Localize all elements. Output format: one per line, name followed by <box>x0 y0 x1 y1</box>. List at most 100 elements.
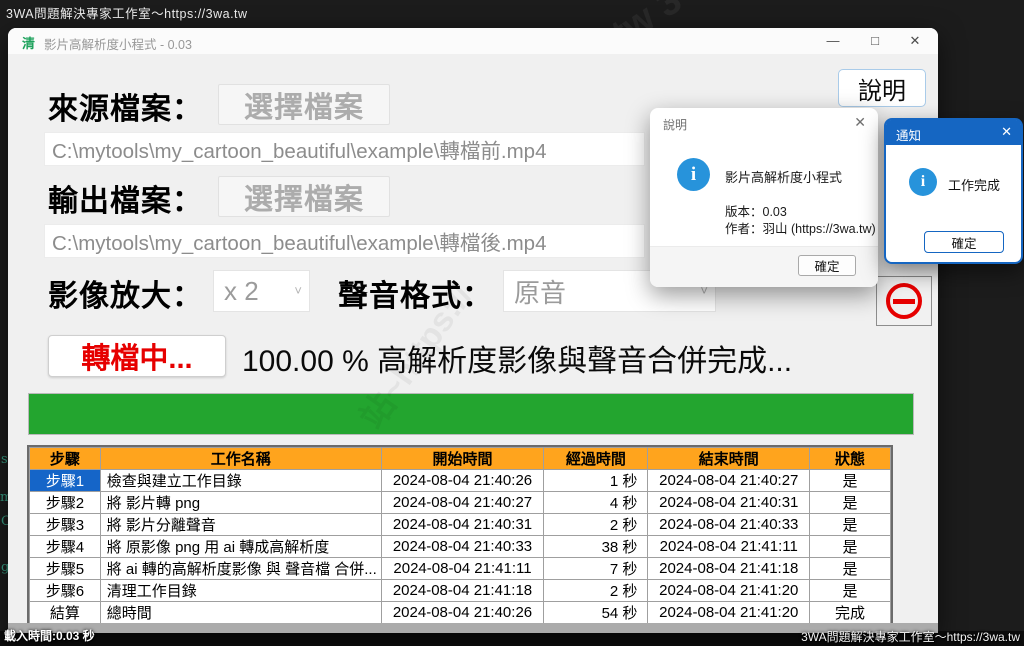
cell-start: 2024-08-04 21:40:33 <box>381 536 544 558</box>
about-dialog: 說明 ✕ i 影片高解析度小程式 版本：0.03 作者：羽山 (https://… <box>650 108 878 287</box>
cell-start: 2024-08-04 21:40:31 <box>381 514 544 536</box>
maximize-button[interactable]: □ <box>862 33 888 48</box>
about-dialog-title: 說明 <box>663 116 687 133</box>
cell-end: 2024-08-04 21:41:11 <box>648 536 810 558</box>
cell-step: 結算 <box>30 602 101 624</box>
scale-select[interactable]: x 2 ˅ <box>213 270 310 312</box>
cell-elapsed: 2 秒 <box>544 580 648 602</box>
notify-ok-button[interactable]: 確定 <box>924 231 1004 253</box>
desktop-top-caption: 3WA問題解決專家工作室～https://3wa.tw <box>6 3 248 22</box>
cell-step: 步驟3 <box>30 514 101 536</box>
console-char: s <box>1 452 8 467</box>
cell-status: 是 <box>810 470 891 492</box>
cell-step: 步驟6 <box>30 580 101 602</box>
table-row[interactable]: 結算 總時間 2024-08-04 21:40:26 54 秒 2024-08-… <box>30 602 891 624</box>
output-choose-button[interactable]: 選擇檔案 <box>218 176 390 217</box>
cell-status: 是 <box>810 492 891 514</box>
cell-task: 將 影片分離聲音 <box>100 514 381 536</box>
info-icon: i <box>677 158 710 191</box>
cell-start: 2024-08-04 21:40:26 <box>381 470 544 492</box>
col-status: 狀態 <box>810 448 891 470</box>
cell-task: 總時間 <box>100 602 381 624</box>
table-row[interactable]: 步驟4 將 原影像 png 用 ai 轉成高解析度 2024-08-04 21:… <box>30 536 891 558</box>
cell-step: 步驟1 <box>30 470 101 492</box>
cell-start: 2024-08-04 21:40:26 <box>381 602 544 624</box>
about-ok-button[interactable]: 確定 <box>798 255 856 276</box>
output-file-label: 輸出檔案： <box>48 176 203 220</box>
col-task-name: 工作名稱 <box>100 448 381 470</box>
cell-end: 2024-08-04 21:40:31 <box>648 492 810 514</box>
cell-status: 是 <box>810 536 891 558</box>
scale-value: x 2 <box>224 276 259 307</box>
desktop: 3WA問題解決專家工作室～https://3wa.tw tw 3 站~https… <box>0 0 1024 646</box>
chevron-down-icon: ˅ <box>294 283 302 298</box>
cell-end: 2024-08-04 21:40:33 <box>648 514 810 536</box>
cell-task: 將 原影像 png 用 ai 轉成高解析度 <box>100 536 381 558</box>
cell-task: 清理工作目錄 <box>100 580 381 602</box>
cell-elapsed: 7 秒 <box>544 558 648 580</box>
about-author: 作者：羽山 (https://3wa.tw) <box>725 218 876 237</box>
close-icon[interactable]: ✕ <box>854 114 866 131</box>
cell-status: 是 <box>810 558 891 580</box>
cell-end: 2024-08-04 21:41:20 <box>648 580 810 602</box>
converting-button[interactable]: 轉檔中... <box>48 335 226 377</box>
audio-format-value: 原音 <box>514 273 566 310</box>
stop-button[interactable] <box>876 276 932 326</box>
window-title: 影片高解析度小程式 - 0.03 <box>44 34 192 53</box>
table-row[interactable]: 步驟1 檢查與建立工作目錄 2024-08-04 21:40:26 1 秒 20… <box>30 470 891 492</box>
info-icon: i <box>909 168 937 196</box>
notify-dialog-title: 通知 <box>896 125 921 144</box>
close-button[interactable]: ✕ <box>902 33 928 49</box>
cell-start: 2024-08-04 21:40:27 <box>381 492 544 514</box>
cell-end: 2024-08-04 21:41:18 <box>648 558 810 580</box>
source-path-input[interactable] <box>44 132 645 166</box>
audio-format-label: 聲音格式： <box>338 271 493 315</box>
col-end-time: 結束時間 <box>648 448 810 470</box>
table-header-row: 步驟 工作名稱 開始時間 經過時間 結束時間 狀態 <box>30 448 891 470</box>
cell-elapsed: 38 秒 <box>544 536 648 558</box>
cell-status: 完成 <box>810 602 891 624</box>
source-file-label: 來源檔案： <box>48 84 203 128</box>
cell-elapsed: 1 秒 <box>544 470 648 492</box>
cell-step: 步驟2 <box>30 492 101 514</box>
cell-task: 檢查與建立工作目錄 <box>100 470 381 492</box>
col-start-time: 開始時間 <box>381 448 544 470</box>
prohibition-icon <box>886 283 922 319</box>
table-row[interactable]: 步驟2 將 影片轉 png 2024-08-04 21:40:27 4 秒 20… <box>30 492 891 514</box>
load-time-status: 載入時間:0.03 秒 <box>4 627 95 644</box>
cell-task: 將 影片轉 png <box>100 492 381 514</box>
table-row[interactable]: 步驟6 清理工作目錄 2024-08-04 21:41:18 2 秒 2024-… <box>30 580 891 602</box>
minimize-button[interactable]: — <box>820 33 846 48</box>
window-titlebar[interactable]: 清 影片高解析度小程式 - 0.03 — □ ✕ <box>8 28 938 54</box>
cell-task: 將 ai 轉的高解析度影像 與 聲音檔 合併... <box>100 558 381 580</box>
cell-end: 2024-08-04 21:41:20 <box>648 602 810 624</box>
progress-status-text: 100.00 % 高解析度影像與聲音合併完成... <box>242 336 792 380</box>
help-button[interactable]: 說明 <box>838 69 926 107</box>
progress-bar-fill <box>29 394 913 434</box>
window-bottom-strip <box>8 623 938 633</box>
table-row[interactable]: 步驟3 將 影片分離聲音 2024-08-04 21:40:31 2 秒 202… <box>30 514 891 536</box>
cell-status: 是 <box>810 580 891 602</box>
source-choose-button[interactable]: 選擇檔案 <box>218 84 390 125</box>
app-icon: 清 <box>22 33 35 52</box>
desktop-bottom-caption: 3WA問題解決專家工作室～https://3wa.tw <box>801 628 1020 645</box>
output-path-input[interactable] <box>44 224 645 258</box>
scale-label: 影像放大： <box>48 271 203 315</box>
cell-step: 步驟5 <box>30 558 101 580</box>
cell-elapsed: 54 秒 <box>544 602 648 624</box>
job-table: 步驟 工作名稱 開始時間 經過時間 結束時間 狀態 步驟1 檢查與建立工作目錄 … <box>27 445 893 626</box>
cell-elapsed: 2 秒 <box>544 514 648 536</box>
close-icon[interactable]: ✕ <box>1001 124 1012 140</box>
col-step: 步驟 <box>30 448 101 470</box>
cell-start: 2024-08-04 21:41:11 <box>381 558 544 580</box>
cell-step: 步驟4 <box>30 536 101 558</box>
about-app-name: 影片高解析度小程式 <box>725 167 842 186</box>
col-elapsed: 經過時間 <box>544 448 648 470</box>
cell-start: 2024-08-04 21:41:18 <box>381 580 544 602</box>
progress-bar <box>28 393 914 435</box>
table-row[interactable]: 步驟5 將 ai 轉的高解析度影像 與 聲音檔 合併... 2024-08-04… <box>30 558 891 580</box>
cell-end: 2024-08-04 21:40:27 <box>648 470 810 492</box>
cell-elapsed: 4 秒 <box>544 492 648 514</box>
cell-status: 是 <box>810 514 891 536</box>
notify-dialog: 通知 ✕ i 工作完成 確定 <box>884 118 1023 264</box>
